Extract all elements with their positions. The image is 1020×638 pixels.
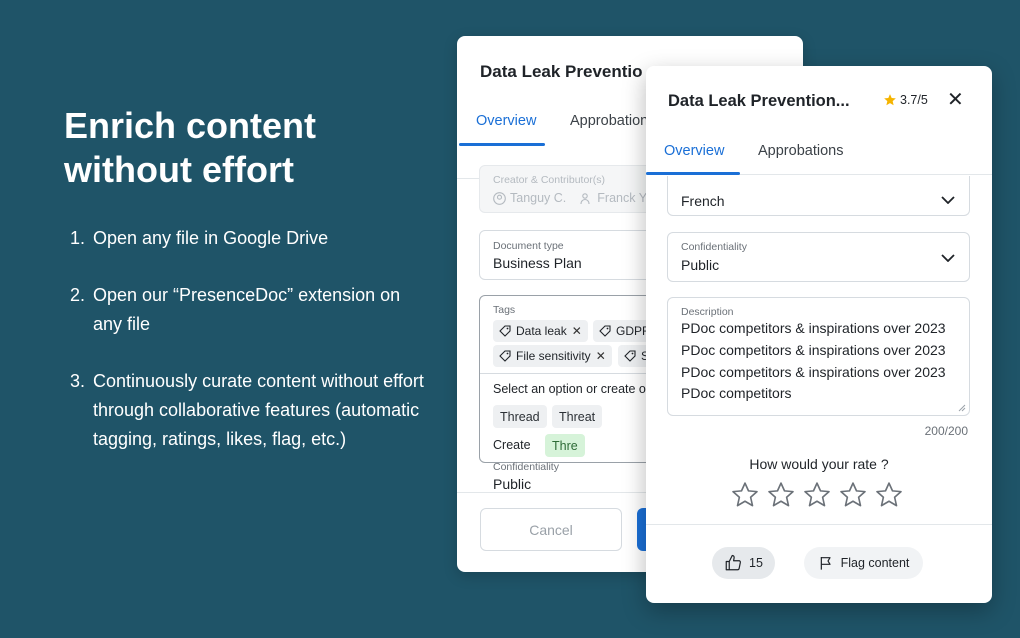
rate-question: How would your rate ?	[749, 456, 889, 472]
close-icon[interactable]: ✕	[947, 90, 964, 110]
field-label: Confidentiality	[681, 241, 747, 253]
active-tab-indicator	[646, 172, 740, 175]
tag-icon	[599, 325, 611, 337]
step-number: 2.	[70, 285, 86, 305]
chevron-down-icon	[941, 196, 955, 204]
chevron-down-icon	[941, 254, 955, 262]
tab-approbations[interactable]: Approbation	[570, 113, 648, 129]
field-label: Creator & Contributor(s)	[493, 174, 606, 186]
tag-label: File sensitivity	[516, 349, 591, 363]
step-item: 2. Open our “PresenceDoc” extension on a…	[70, 281, 425, 339]
confidentiality-select[interactable]: Confidentiality Public	[667, 232, 970, 282]
rating-value: 3.7/5	[900, 93, 928, 107]
creator-chip: Tanguy C.	[493, 191, 566, 205]
star-rating-input[interactable]	[730, 480, 904, 510]
tag-icon	[624, 350, 636, 362]
step-text: Open any file in Google Drive	[93, 228, 329, 248]
option-threat[interactable]: Threat	[552, 405, 603, 428]
confidentiality-value: Public	[493, 476, 532, 492]
user-circle-icon	[493, 191, 506, 205]
star-filled-icon	[884, 94, 896, 106]
field-label: Tags	[493, 304, 516, 316]
tag-chip[interactable]: Data leak ✕	[493, 320, 588, 342]
tab-overview[interactable]: Overview	[664, 143, 724, 159]
overview-panel: Data Leak Prevention... 3.7/5 ✕ Overview…	[646, 66, 992, 603]
confidentiality-label: Confidentiality	[493, 461, 559, 473]
creator-name: Tanguy C.	[510, 191, 567, 205]
star-outline-icon[interactable]	[730, 480, 760, 510]
rating-badge: 3.7/5	[883, 93, 928, 107]
step-number: 1.	[70, 228, 86, 248]
star-outline-icon[interactable]	[838, 480, 868, 510]
field-value: French	[681, 193, 725, 209]
field-label: Document type	[493, 240, 564, 252]
step-number: 3.	[70, 371, 86, 391]
tag-icon	[499, 350, 511, 362]
active-tab-indicator	[459, 143, 545, 146]
field-value: Business Plan	[493, 255, 582, 271]
language-select[interactable]: French	[667, 176, 970, 216]
headline-line-1: Enrich content	[64, 105, 317, 146]
remove-tag-icon[interactable]: ✕	[596, 349, 606, 363]
promo-stage: Enrich content without effort 1. Open an…	[0, 0, 1020, 638]
resize-handle-icon[interactable]	[958, 404, 966, 412]
step-item: 3. Continuously curate content without e…	[70, 367, 425, 454]
tab-overview[interactable]: Overview	[476, 113, 536, 129]
step-text: Continuously curate content without effo…	[93, 371, 424, 449]
cancel-button[interactable]: Cancel	[480, 508, 622, 551]
headline: Enrich content without effort	[64, 104, 424, 192]
field-value: Public	[681, 257, 720, 273]
create-label: Create	[493, 438, 531, 452]
star-outline-icon[interactable]	[802, 480, 832, 510]
panel-title: Data Leak Preventio	[480, 62, 643, 81]
flag-icon	[820, 557, 831, 570]
character-counter: 200/200	[924, 424, 968, 438]
footer-divider	[646, 524, 992, 525]
tag-icon	[499, 325, 511, 337]
description-text: PDoc competitors & inspirations over 202…	[681, 320, 946, 402]
create-option[interactable]: Thre	[545, 434, 585, 457]
tab-approbations[interactable]: Approbations	[758, 143, 843, 159]
remove-tag-icon[interactable]: ✕	[572, 324, 582, 338]
step-text: Open our “PresenceDoc” extension on any …	[93, 285, 401, 334]
tag-label: Data leak	[516, 324, 567, 338]
headline-line-2: without effort	[64, 149, 294, 190]
star-outline-icon[interactable]	[766, 480, 796, 510]
flag-label: Flag content	[840, 556, 910, 570]
tab-bar: Overview Approbations	[646, 130, 992, 175]
creators: Tanguy C. Franck Y	[493, 191, 647, 205]
step-item: 1. Open any file in Google Drive	[70, 224, 425, 253]
steps-list: 1. Open any file in Google Drive 2. Open…	[70, 224, 425, 482]
flag-content-button[interactable]: Flag content	[804, 547, 923, 579]
panel-title: Data Leak Prevention...	[668, 92, 850, 110]
contributor-chip: Franck Y	[580, 191, 647, 205]
star-outline-icon[interactable]	[874, 480, 904, 510]
field-label: Description	[681, 306, 734, 318]
like-count: 15	[749, 556, 763, 570]
users-icon	[580, 192, 590, 204]
dropdown-prompt: Select an option or create o	[493, 382, 646, 396]
tag-chip[interactable]: File sensitivity ✕	[493, 345, 612, 367]
thumbs-up-icon	[725, 554, 742, 571]
contributor-name: Franck Y	[597, 191, 648, 205]
option-thread[interactable]: Thread	[493, 405, 547, 428]
like-button[interactable]: 15	[712, 547, 775, 579]
description-textarea[interactable]: Description PDoc competitors & inspirati…	[667, 297, 970, 416]
